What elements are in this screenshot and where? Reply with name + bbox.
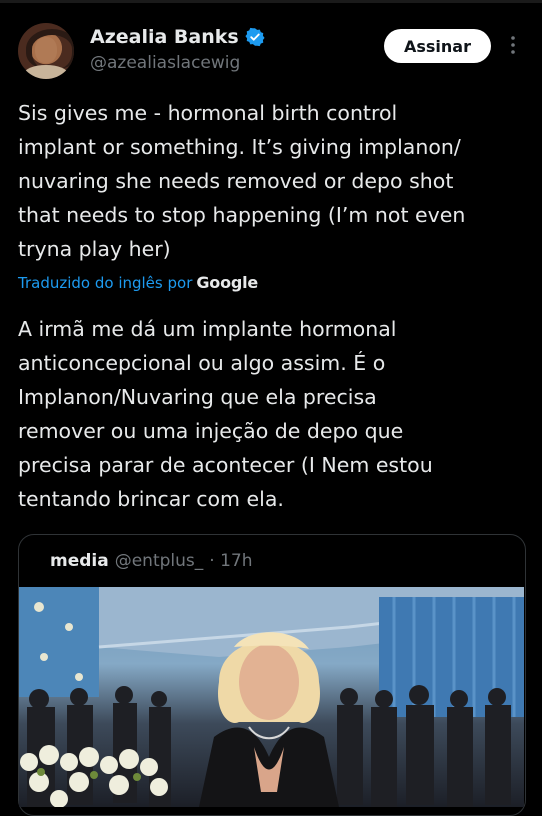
translation-attribution[interactable]: Traduzido do inglês por Google <box>18 273 258 292</box>
tweet-text: Sis gives me - hormonal birth control im… <box>18 101 466 261</box>
google-logo: Google <box>196 273 259 292</box>
author-handle[interactable]: @azealiaslacewig <box>90 53 240 73</box>
translation-label[interactable]: Traduzido do inglês por <box>18 274 192 292</box>
quoted-media-image[interactable] <box>19 587 524 807</box>
event-photo-illustration <box>19 587 524 807</box>
more-vertical-icon[interactable] <box>508 34 518 56</box>
author-name-row[interactable]: Azealia Banks <box>90 26 265 48</box>
subscribe-button[interactable]: Assinar <box>384 29 491 63</box>
translated-text: A irmã me dá um implante hormonal antico… <box>18 317 433 511</box>
quoted-tweet-time: · 17h <box>209 551 253 571</box>
quoted-author-name: media <box>50 551 109 571</box>
quoted-author-handle: @entplus_ <box>114 551 204 571</box>
author-name[interactable]: Azealia Banks <box>90 26 239 48</box>
avatar[interactable] <box>18 23 74 79</box>
top-divider <box>0 0 542 3</box>
quoted-tweet-header: media @entplus_ · 17h <box>50 551 252 571</box>
verified-badge-icon <box>245 27 265 47</box>
